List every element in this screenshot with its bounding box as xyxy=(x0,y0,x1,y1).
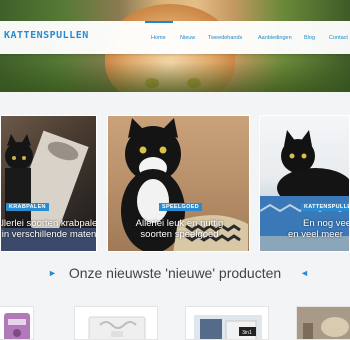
product-thumbnail[interactable] xyxy=(74,306,158,340)
category-tag: KATTENSPULLEN xyxy=(301,203,349,211)
category-tag: KRABPALEN xyxy=(6,203,49,211)
category-card-speelgoed[interactable]: SPEELGOED Allerlei leuk en nuttig soorte… xyxy=(107,115,250,252)
card-caption-line: Allerlei leuk en nuttig xyxy=(135,218,224,229)
product-image xyxy=(4,313,30,339)
product-image xyxy=(297,307,350,339)
product-thumbnail[interactable] xyxy=(0,306,34,340)
category-cards: KRABPALEN Allerlei soorten krabpalen in … xyxy=(0,115,350,252)
nav-nieuw[interactable]: Nieuw xyxy=(180,35,195,41)
category-card-krabpalen[interactable]: KRABPALEN Allerlei soorten krabpalen in … xyxy=(0,115,97,252)
card-caption-line: soorten speelgoed xyxy=(140,229,219,240)
nav-home[interactable]: Home xyxy=(151,35,166,41)
product-thumbnail[interactable]: 3in1 xyxy=(185,306,269,340)
nav-active-indicator xyxy=(145,21,173,23)
nav-aanbiedingen[interactable]: Aanbiedingen xyxy=(258,35,292,41)
product-label: 3in1 xyxy=(242,330,252,336)
title-arrow-right-icon: ◄ xyxy=(300,268,309,278)
category-card-kattenspullen[interactable]: KATTENSPULLEN En nog veel meer en veel m… xyxy=(259,115,350,252)
nav-tweedehands[interactable]: Tweedehands xyxy=(208,35,242,41)
card-caption-line: En nog veel meer xyxy=(303,218,349,229)
section-title: Onze nieuwste 'nieuwe' producten xyxy=(68,265,282,281)
category-tag: SPEELGOED xyxy=(159,203,202,211)
product-image: 3in1 xyxy=(194,315,262,339)
card-caption-line: Allerlei soorten krabpalen xyxy=(0,218,97,229)
card-caption-line: in verschillende maten xyxy=(1,229,97,240)
top-navbar: KATTENSPULLEN Home Nieuw Tweedehands Aan… xyxy=(0,21,350,54)
nav-contact[interactable]: Contact xyxy=(329,35,348,41)
product-thumbnail[interactable] xyxy=(296,306,350,340)
nav-blog[interactable]: Blog xyxy=(304,35,315,41)
card-caption: Allerlei soorten krabpalen in verschille… xyxy=(0,218,97,240)
card-caption: Allerlei leuk en nuttig soorten speelgoe… xyxy=(108,218,249,240)
site-logo[interactable]: KATTENSPULLEN xyxy=(4,30,89,41)
card-caption: En nog veel meer en veel meer xyxy=(288,218,349,240)
product-image xyxy=(88,316,146,339)
card-caption-line: en veel meer xyxy=(288,229,343,240)
hero-grass xyxy=(0,62,350,92)
